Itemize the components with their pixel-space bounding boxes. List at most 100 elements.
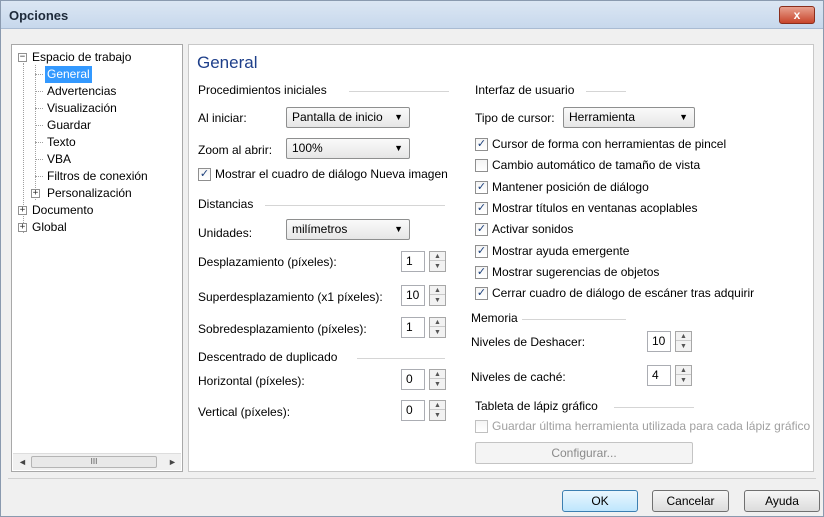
- checkbox-icon: ✓: [475, 223, 488, 237]
- checkbox-icon: ✓: [475, 287, 488, 301]
- spin-up-icon[interactable]: ▲: [430, 252, 445, 261]
- scroll-right-icon[interactable]: ►: [168, 457, 177, 467]
- units-label: Unidades:: [198, 226, 253, 240]
- cache-levels-stepper[interactable]: ▲ ▼: [675, 365, 692, 386]
- undo-levels-stepper[interactable]: ▲ ▼: [675, 331, 692, 352]
- nudge-input[interactable]: 1: [401, 251, 425, 272]
- vertical-offset-input[interactable]: 0: [401, 400, 425, 421]
- ui-group-title: Interfaz de usuario: [475, 83, 575, 97]
- spin-down-icon[interactable]: ▼: [430, 380, 445, 389]
- spin-down-icon[interactable]: ▼: [676, 376, 691, 385]
- group-divider: [586, 91, 626, 92]
- tree-label: Visualización: [47, 101, 117, 115]
- tree-connector: [35, 65, 36, 200]
- group-divider: [614, 407, 694, 408]
- spin-up-icon[interactable]: ▲: [430, 401, 445, 410]
- checkbox-icon: ✓: [475, 180, 488, 194]
- spin-down-icon[interactable]: ▼: [430, 328, 445, 337]
- checkbox-icon: ✓: [475, 265, 488, 279]
- title-bar[interactable]: Opciones x: [1, 1, 823, 29]
- spin-up-icon[interactable]: ▲: [430, 286, 445, 295]
- chevron-down-icon: ▼: [394, 143, 403, 153]
- sub-nudge-input[interactable]: 1: [401, 317, 425, 338]
- undo-levels-input[interactable]: 10: [647, 331, 671, 352]
- tree-label: Advertencias: [47, 84, 117, 98]
- close-button[interactable]: x: [779, 6, 815, 24]
- distances-group-title: Distancias: [198, 197, 254, 211]
- spin-up-icon[interactable]: ▲: [430, 318, 445, 327]
- cancel-button[interactable]: Cancelar: [652, 490, 729, 512]
- spin-down-icon[interactable]: ▼: [676, 342, 691, 351]
- units-select[interactable]: milímetros ▼: [286, 219, 410, 240]
- tree-label: Guardar: [47, 118, 92, 132]
- tree-label: Documento: [32, 203, 94, 217]
- super-nudge-label: Superdesplazamiento (x1 píxeles):: [198, 290, 383, 304]
- horizontal-offset-label: Horizontal (píxeles):: [198, 374, 305, 388]
- spin-up-icon[interactable]: ▲: [430, 370, 445, 379]
- tree-label: Personalización: [47, 186, 132, 200]
- spin-up-icon[interactable]: ▲: [676, 332, 691, 341]
- checkbox-icon: ✓: [198, 168, 211, 181]
- sub-nudge-label: Sobredesplazamiento (píxeles):: [198, 322, 367, 336]
- spin-down-icon[interactable]: ▼: [430, 262, 445, 271]
- tree-label: Texto: [47, 135, 76, 149]
- configure-button[interactable]: Configurar...: [475, 442, 693, 464]
- expand-icon[interactable]: +: [18, 223, 27, 232]
- group-divider: [265, 205, 445, 206]
- tablet-group-title: Tableta de lápiz gráfico: [475, 399, 598, 413]
- chevron-down-icon: ▼: [679, 112, 688, 122]
- vertical-offset-stepper[interactable]: ▲ ▼: [429, 400, 446, 421]
- checkbox-icon: ✓: [475, 244, 488, 258]
- nudge-label: Desplazamiento (píxeles):: [198, 255, 337, 269]
- zoom-label: Zoom al abrir:: [198, 143, 273, 157]
- category-tree[interactable]: − Espacio de trabajo General Advertencia…: [11, 44, 183, 472]
- nudge-stepper[interactable]: ▲ ▼: [429, 251, 446, 272]
- undo-levels-label: Niveles de Deshacer:: [471, 335, 586, 349]
- options-dialog: Opciones x − Espacio de trabajo General …: [0, 0, 824, 517]
- zoom-select[interactable]: 100% ▼: [286, 138, 410, 159]
- general-options-panel: General Procedimientos iniciales Al inic…: [188, 44, 814, 472]
- spin-up-icon[interactable]: ▲: [676, 366, 691, 375]
- tree-label: Global: [32, 220, 67, 234]
- checkbox-icon: [475, 159, 488, 173]
- page-title: General: [197, 53, 258, 72]
- tree-label: General: [45, 66, 92, 83]
- startup-group-title: Procedimientos iniciales: [198, 83, 327, 97]
- cursor-type-select[interactable]: Herramienta ▼: [563, 107, 695, 128]
- collapse-icon[interactable]: −: [18, 53, 27, 62]
- scroll-left-icon[interactable]: ◄: [18, 457, 27, 467]
- checkbox-icon: ✓: [475, 138, 488, 151]
- cache-levels-input[interactable]: 4: [647, 365, 671, 386]
- ok-button[interactable]: OK: [562, 490, 638, 512]
- spin-down-icon[interactable]: ▼: [430, 411, 445, 420]
- cursor-type-label: Tipo de cursor:: [475, 111, 555, 125]
- checkbox-icon: ✓: [475, 201, 488, 215]
- super-nudge-input[interactable]: 10: [401, 285, 425, 306]
- horizontal-offset-stepper[interactable]: ▲ ▼: [429, 369, 446, 390]
- help-button[interactable]: Ayuda: [744, 490, 820, 512]
- memory-group-title: Memoria: [471, 311, 518, 325]
- vertical-offset-label: Vertical (píxeles):: [198, 405, 291, 419]
- checkbox-icon: [475, 420, 488, 433]
- group-divider: [357, 358, 445, 359]
- super-nudge-stepper[interactable]: ▲ ▼: [429, 285, 446, 306]
- duplicate-offset-group-title: Descentrado de duplicado: [198, 350, 338, 364]
- scroll-thumb[interactable]: III: [31, 456, 157, 468]
- expand-icon[interactable]: +: [18, 206, 27, 215]
- chevron-down-icon: ▼: [394, 224, 403, 234]
- horizontal-offset-input[interactable]: 0: [401, 369, 425, 390]
- group-divider: [522, 319, 626, 320]
- on-start-label: Al iniciar:: [198, 111, 247, 125]
- chevron-down-icon: ▼: [394, 112, 403, 122]
- window-title: Opciones: [9, 8, 69, 23]
- expand-icon[interactable]: +: [31, 189, 40, 198]
- tree-label: Espacio de trabajo: [32, 50, 132, 64]
- sub-nudge-stepper[interactable]: ▲ ▼: [429, 317, 446, 338]
- on-start-select[interactable]: Pantalla de inicio ▼: [286, 107, 410, 128]
- group-divider: [349, 91, 449, 92]
- tree-label: Filtros de conexión: [47, 169, 148, 183]
- tree-label: VBA: [47, 152, 72, 166]
- spin-down-icon[interactable]: ▼: [430, 296, 445, 305]
- tree-horizontal-scrollbar[interactable]: ◄ III ►: [13, 453, 181, 470]
- cache-levels-label: Niveles de caché:: [471, 370, 566, 384]
